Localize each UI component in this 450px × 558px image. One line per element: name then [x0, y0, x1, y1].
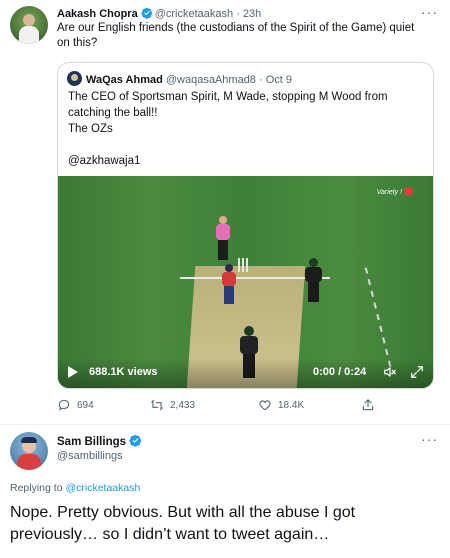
tweet-actions: 694 2,433 18.4K	[57, 398, 377, 414]
author-name[interactable]: Aakash Chopra	[57, 8, 138, 20]
replying-prefix: Replying to	[10, 482, 63, 494]
author-handle[interactable]: @cricketaakash	[155, 8, 233, 20]
retweet-button[interactable]: 2,433	[150, 398, 195, 412]
tweet-header: Aakash Chopra @cricketaakash · 23h	[57, 7, 261, 21]
video-time: 0:00 / 0:24	[313, 366, 367, 378]
author-name[interactable]: Sam Billings	[57, 436, 126, 448]
video-player[interactable]: Variety ! 688.1K views 0:00 / 0:24	[58, 176, 433, 388]
broadcaster-badge: Variety !	[377, 187, 413, 196]
tweet-time[interactable]: 23h	[243, 8, 261, 20]
avatar	[67, 71, 82, 86]
reply-button[interactable]: 694	[57, 398, 94, 412]
quoted-tweet-header: WaQas Ahmad @waqasaAhmad8 · Oct 9	[67, 71, 292, 86]
stump	[242, 258, 244, 272]
verified-icon	[129, 434, 142, 447]
quoted-tweet-text: The CEO of Sportsman Spirit, M Wade, sto…	[68, 89, 428, 169]
like-button[interactable]: 18.4K	[258, 398, 304, 412]
video-controls: 688.1K views 0:00 / 0:24	[58, 358, 433, 388]
more-icon[interactable]: ···	[421, 431, 438, 447]
live-dot	[404, 187, 413, 196]
tweet-aakash-chopra[interactable]: Aakash Chopra @cricketaakash · 23h ··· Ar…	[0, 0, 450, 424]
more-icon[interactable]: ···	[421, 4, 438, 20]
share-icon	[362, 399, 374, 411]
fullscreen-icon[interactable]	[410, 365, 424, 379]
stump	[246, 258, 248, 272]
quoted-tweet[interactable]: WaQas Ahmad @waqasaAhmad8 · Oct 9 The CE…	[57, 62, 434, 389]
like-icon	[259, 400, 271, 411]
quoted-text-body: The CEO of Sportsman Spirit, M Wade, sto…	[68, 91, 388, 167]
share-button[interactable]	[361, 398, 375, 412]
replying-to: Replying to @cricketaakash	[10, 482, 140, 494]
video-views: 688.1K views	[89, 366, 158, 378]
author-handle[interactable]: @sambillings	[57, 450, 123, 462]
avatar[interactable]	[10, 6, 48, 44]
verified-icon	[141, 7, 152, 19]
retweet-count: 2,433	[170, 399, 196, 411]
separator: ·	[259, 74, 263, 86]
avatar[interactable]	[10, 432, 48, 470]
volume-muted-icon[interactable]	[382, 365, 398, 379]
quoted-author-handle: @waqasaAhmad8	[165, 74, 256, 86]
stump	[238, 258, 240, 272]
reply-text: Nope. Pretty obvious. But with all the a…	[10, 504, 356, 543]
separator: ·	[236, 8, 240, 20]
author-name-row: Sam Billings	[57, 434, 144, 448]
play-icon[interactable]	[68, 366, 78, 378]
reply-icon	[58, 399, 70, 411]
tweet-text: Are our English friends (the custodians …	[57, 22, 415, 49]
reply-count: 694	[77, 399, 94, 411]
retweet-icon	[151, 399, 163, 411]
broadcaster-label: Variety !	[376, 189, 402, 196]
quoted-tweet-time: Oct 9	[265, 74, 293, 86]
tweet-sam-billings[interactable]: Sam Billings @sambillings ··· Replying t…	[0, 425, 450, 558]
like-count: 18.4K	[278, 399, 305, 411]
replying-to-link[interactable]: @cricketaakash	[65, 482, 140, 494]
quoted-author-name: WaQas Ahmad	[86, 74, 163, 86]
